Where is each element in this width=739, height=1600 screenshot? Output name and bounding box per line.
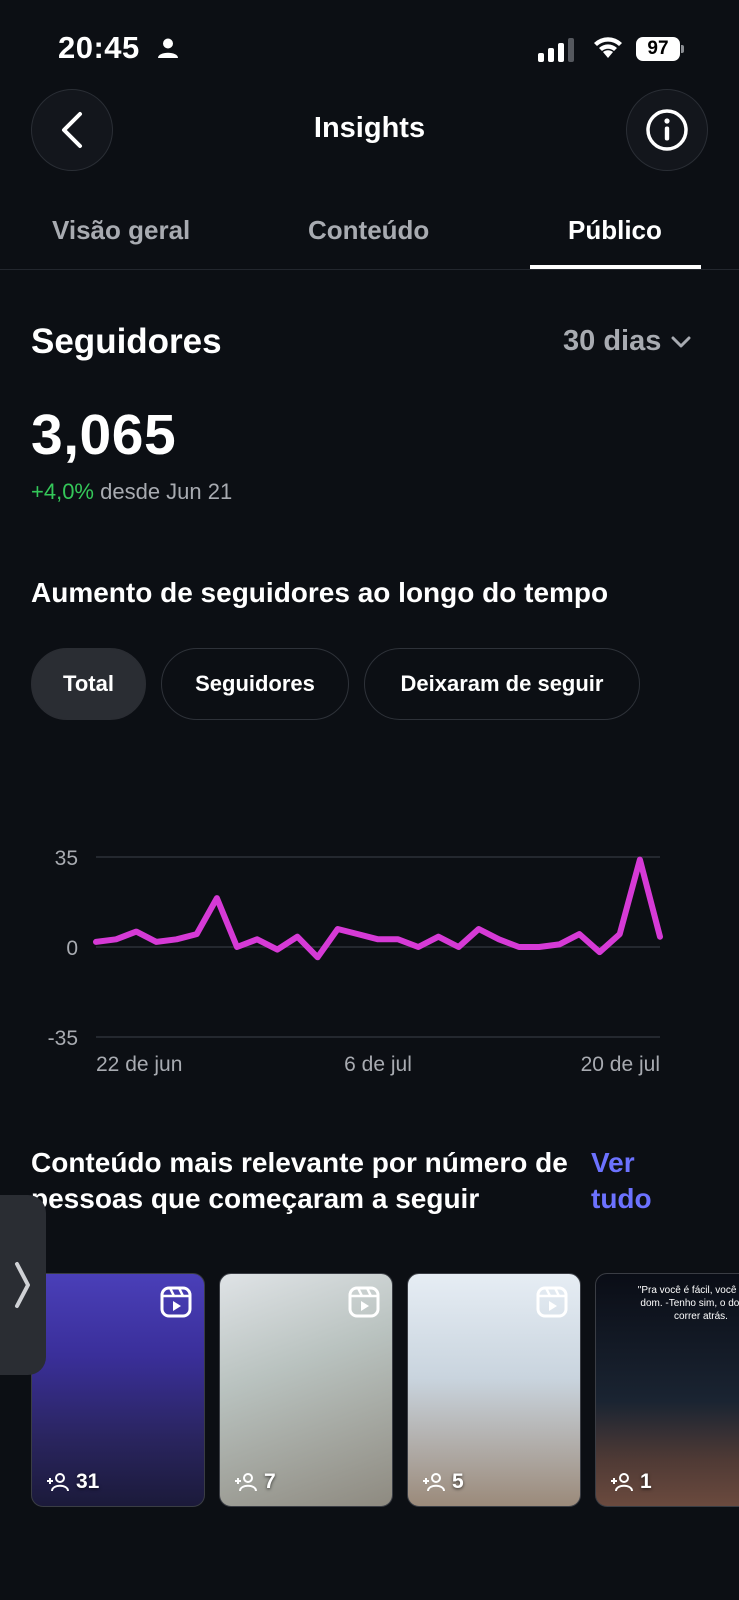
thumbnail-follows-stat: 1: [610, 1470, 652, 1494]
content-carousel: 31 7 5 "Pra você é fácil, você dom. -Ten…: [31, 1273, 739, 1507]
follows-count: 7: [264, 1470, 276, 1493]
follows-count: 5: [452, 1470, 464, 1493]
filter-unfollows-button[interactable]: Deixaram de seguir: [364, 648, 640, 720]
follows-count: 1: [640, 1470, 652, 1493]
see-all-link[interactable]: Ver tudo: [591, 1145, 681, 1217]
active-tab-indicator: [530, 265, 701, 269]
relevant-content-title: Conteúdo mais relevante por número de pe…: [31, 1147, 568, 1214]
info-icon: [646, 109, 688, 151]
x-tick-label: 6 de jul: [344, 1053, 412, 1076]
status-time: 20:45: [58, 30, 140, 65]
period-label: 30 dias: [563, 325, 662, 357]
tab-overview[interactable]: Visão geral: [52, 215, 190, 246]
tab-bar: Visão geral Conteúdo Público: [0, 200, 739, 270]
reel-icon: [536, 1286, 568, 1318]
chevron-down-icon: [671, 336, 691, 347]
y-tick-label: -35: [48, 1027, 78, 1050]
filter-total-button[interactable]: Total: [31, 648, 146, 720]
y-tick-label: 0: [66, 937, 78, 960]
wifi-icon: [594, 37, 622, 58]
status-bar: 20:45 97: [0, 0, 739, 90]
add-person-icon: [235, 1473, 257, 1492]
tab-content[interactable]: Conteúdo: [308, 215, 429, 246]
add-person-icon: [47, 1473, 69, 1492]
battery-tip: [681, 45, 684, 53]
thumbnail-follows-stat: 31: [46, 1470, 99, 1494]
growth-title: Aumento de seguidores ao longo do tempo: [31, 577, 609, 608]
content-thumbnail-1[interactable]: 31: [31, 1273, 205, 1507]
thumbnail-caption: "Pra você é fácil, você tem o dom. -Tenh…: [637, 1285, 739, 1322]
followers-line-chart: 35 0 -35 22 de jun 6 de jul 20 de jul: [48, 847, 663, 1076]
followers-change-row: +4,0% desde Jun 21: [31, 479, 232, 505]
followers-title: Seguidores: [31, 322, 222, 361]
thumbnail-follows-stat: 7: [234, 1470, 276, 1494]
add-person-icon: [423, 1473, 445, 1492]
person-icon: [158, 38, 178, 58]
battery-level: 97: [636, 37, 680, 61]
series-line: [93, 856, 663, 961]
follows-count: 31: [76, 1470, 100, 1493]
chevron-right-icon: [15, 1262, 30, 1308]
y-tick-label: 35: [55, 847, 78, 870]
followers-count: 3,065: [31, 403, 177, 467]
battery-indicator: 97: [636, 37, 684, 61]
add-person-icon: [611, 1473, 633, 1492]
x-tick-label: 22 de jun: [96, 1053, 182, 1076]
tab-audience[interactable]: Público: [568, 215, 662, 246]
followers-since: desde Jun 21: [100, 479, 233, 504]
content-thumbnail-4[interactable]: "Pra você é fácil, você tem o dom. -Tenh…: [595, 1273, 739, 1507]
reel-icon: [160, 1286, 192, 1318]
cellular-signal-icon: [538, 38, 574, 62]
x-tick-label: 20 de jul: [581, 1053, 660, 1076]
content-thumbnail-2[interactable]: 7: [219, 1273, 393, 1507]
filter-followers-button[interactable]: Seguidores: [161, 648, 349, 720]
info-button[interactable]: [626, 89, 708, 171]
reel-icon: [348, 1286, 380, 1318]
period-selector[interactable]: 30 dias: [563, 325, 691, 358]
content-thumbnail-3[interactable]: 5: [407, 1273, 581, 1507]
thumbnail-follows-stat: 5: [422, 1470, 464, 1494]
followers-change: +4,0%: [31, 479, 94, 504]
side-panel-handle[interactable]: [0, 1195, 46, 1375]
